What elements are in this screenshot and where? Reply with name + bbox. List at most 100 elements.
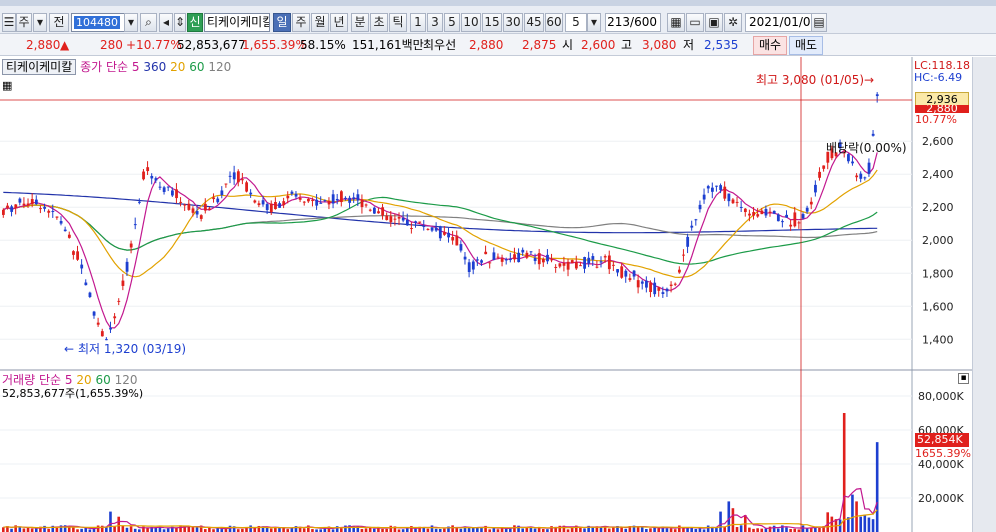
period-minute-tab[interactable]: 분 <box>351 13 369 32</box>
pane-minimize-icon[interactable]: ▪ <box>958 373 969 384</box>
grid-icon[interactable]: ▦ <box>2 79 12 93</box>
candle-body <box>290 191 294 194</box>
up-arrow-icon: ▲ <box>60 38 70 52</box>
period-year-tab[interactable]: 년 <box>330 13 348 32</box>
candle-body <box>171 190 174 196</box>
candle-body <box>698 204 702 210</box>
all-market-button[interactable]: 전 <box>49 13 69 32</box>
bar-count-field[interactable]: 213/600 <box>605 13 661 32</box>
low-annotation: 최저 1,320 (03/19) <box>78 342 187 356</box>
best-ask-price: 2,880 <box>469 38 504 52</box>
stock-name-field[interactable]: 티케이케미칼 <box>204 13 270 32</box>
prev-next-icon[interactable]: ⇕ <box>174 13 186 32</box>
candle-body <box>756 214 760 217</box>
candle-body <box>76 251 79 260</box>
period-second-tab[interactable]: 초 <box>370 13 388 32</box>
candle-body <box>265 204 269 210</box>
credit-badge[interactable]: 신 <box>187 13 203 32</box>
candle-body <box>187 203 191 210</box>
interval-dropdown-icon[interactable]: ▾ <box>587 13 601 32</box>
candle-body <box>768 211 772 213</box>
vertical-scrollbar[interactable] <box>972 57 996 532</box>
candle-body <box>117 300 121 302</box>
interval-15-button[interactable]: 15 <box>482 13 502 32</box>
sell-button[interactable]: 매도 <box>789 36 823 55</box>
candle-body <box>682 254 685 256</box>
period-month-tab[interactable]: 월 <box>311 13 329 32</box>
stock-tag[interactable]: 티케이케미칼 <box>2 59 77 75</box>
buy-button[interactable]: 매수 <box>753 36 787 55</box>
speaker-icon[interactable]: ◂ <box>159 13 173 32</box>
volume-title: 거래량 <box>2 373 36 387</box>
candle-body <box>253 200 257 203</box>
candle-body <box>26 203 30 206</box>
candle-body <box>669 284 673 286</box>
volume-bar <box>84 527 88 532</box>
candle-body <box>731 199 735 204</box>
candle-body <box>10 206 14 212</box>
candle-body <box>228 175 232 177</box>
interval-45-button[interactable]: 45 <box>524 13 544 32</box>
candle-body <box>105 339 108 341</box>
price-pane-legend: 티케이케미칼 종가 단순 5 360 20 60 120 <box>2 59 231 75</box>
market-selector[interactable]: 주 <box>16 13 32 32</box>
period-tick-tab[interactable]: 틱 <box>389 13 407 32</box>
interval-3-button[interactable]: 3 <box>427 13 443 32</box>
candle-body <box>851 161 854 164</box>
volume-bar <box>657 528 661 532</box>
interval-5-button[interactable]: 5 <box>444 13 460 32</box>
gear-icon[interactable]: ✲ <box>724 13 742 32</box>
candle-body <box>855 175 859 178</box>
interval-1-button[interactable]: 1 <box>410 13 426 32</box>
candle-body <box>2 209 5 215</box>
interval-value-field[interactable]: 5 <box>565 13 587 32</box>
candle-body <box>476 259 479 261</box>
chart-area[interactable]: 1,400 1,600 1,800 2,000 2,200 2,400 2,600 20,00… <box>0 57 972 532</box>
volume-bar <box>389 525 393 532</box>
candle-body <box>368 209 372 211</box>
lock-icon[interactable]: ▭ <box>686 13 704 32</box>
candle-body <box>595 266 599 268</box>
candle-body <box>191 208 195 213</box>
volume-bar <box>129 526 133 532</box>
volume-ma-title: 단순 <box>38 373 62 387</box>
chart-layout-icon[interactable]: ▦ <box>667 13 685 32</box>
current-price: 2,880 <box>26 38 61 52</box>
price-volume-chart[interactable]: 1,400 1,600 1,800 2,000 2,200 2,400 2,600 20,00… <box>0 57 972 532</box>
save-icon[interactable]: ▣ <box>705 13 723 32</box>
interval-30-button[interactable]: 30 <box>503 13 523 32</box>
candle-body <box>859 173 863 179</box>
candle-body <box>566 261 570 270</box>
candle-body <box>43 206 47 209</box>
high-label: 고 <box>621 38 633 52</box>
period-day-tab[interactable]: 일 <box>273 13 291 32</box>
volume-bar <box>867 517 871 532</box>
volume-bar <box>249 525 252 532</box>
change-pct-tag: 10.77% <box>915 113 957 126</box>
candle-body <box>467 262 471 273</box>
interval-60-button[interactable]: 60 <box>545 13 563 32</box>
candle-body <box>389 216 393 223</box>
volume-bar <box>818 527 821 532</box>
candle-body <box>142 171 145 180</box>
search-icon[interactable]: ⌕ <box>140 13 157 32</box>
candle-body <box>34 199 38 205</box>
candle-body <box>492 252 496 260</box>
candle-body <box>236 171 240 183</box>
period-week-tab[interactable]: 주 <box>292 13 310 32</box>
candle-body <box>847 154 850 162</box>
dropdown-icon[interactable]: ▾ <box>33 13 47 32</box>
calendar-icon[interactable]: ▤ <box>811 13 827 32</box>
candle-body <box>781 221 784 223</box>
candle-body <box>261 200 265 205</box>
interval-10-button[interactable]: 10 <box>461 13 481 32</box>
candle-body <box>760 210 764 215</box>
volume-bar <box>826 512 830 532</box>
open-label: 시 <box>562 38 574 52</box>
menu-icon[interactable]: ☰ <box>2 13 16 32</box>
best-bid-price: 2,875 <box>522 38 557 52</box>
candle-body <box>232 172 236 180</box>
code-dropdown-icon[interactable]: ▾ <box>124 13 138 32</box>
candle-body <box>175 189 178 199</box>
volume-bar <box>2 527 5 532</box>
